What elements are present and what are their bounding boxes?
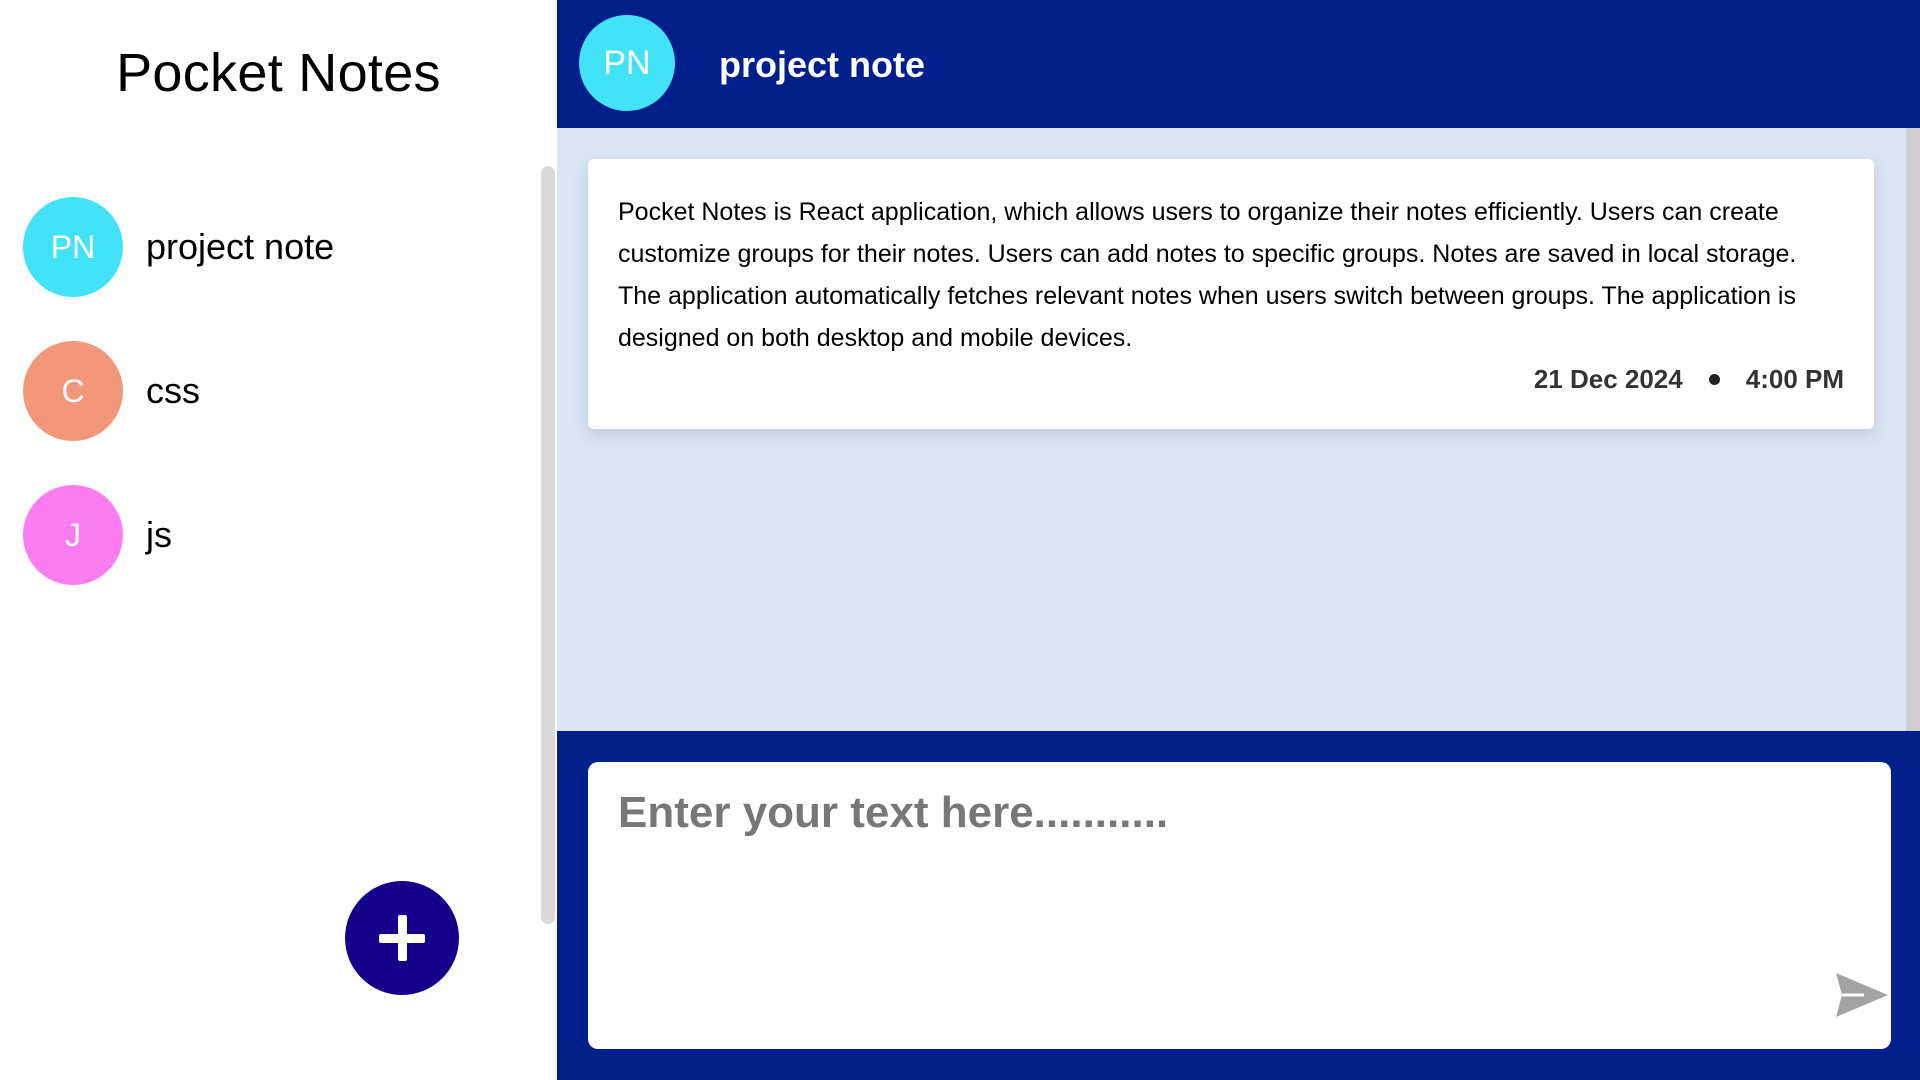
notes-panel: PN project note Pocket Notes is React ap… — [557, 0, 1920, 1080]
note-text: Pocket Notes is React application, which… — [618, 198, 1797, 352]
sidebar: Pocket Notes PN project note C css J js — [0, 0, 557, 1080]
send-icon — [1836, 973, 1888, 1017]
notes-scrollbar[interactable] — [1906, 128, 1920, 731]
sidebar-scrollbar[interactable] — [541, 166, 555, 924]
note-time: 4:00 PM — [1745, 364, 1844, 394]
header-avatar: PN — [579, 15, 675, 111]
app: Pocket Notes PN project note C css J js … — [0, 0, 1920, 1080]
note-meta: 21 Dec 2024 4:00 PM — [1534, 364, 1844, 395]
note-input[interactable] — [618, 788, 1848, 988]
app-title: Pocket Notes — [116, 43, 441, 103]
note-card: Pocket Notes is React application, which… — [588, 159, 1874, 429]
input-box — [588, 762, 1891, 1049]
group-name: css — [146, 370, 200, 411]
separator-dot — [1708, 374, 1720, 385]
header-title: project note — [719, 44, 926, 85]
group-item-js[interactable]: J js — [0, 463, 540, 607]
add-group-button[interactable] — [345, 881, 459, 995]
note-date: 21 Dec 2024 — [1533, 364, 1683, 394]
send-button[interactable] — [1834, 969, 1890, 1021]
notes-header: PN project note — [557, 0, 1920, 128]
group-list: PN project note C css J js — [0, 175, 540, 607]
group-item-project-note[interactable]: PN project note — [0, 175, 540, 319]
group-avatar: J — [23, 485, 123, 585]
note-composer — [557, 731, 1920, 1080]
group-avatar: C — [23, 341, 123, 441]
group-avatar: PN — [23, 197, 123, 297]
group-name: js — [146, 514, 172, 555]
group-name: project note — [146, 226, 335, 267]
notes-list: Pocket Notes is React application, which… — [557, 128, 1920, 731]
group-item-css[interactable]: C css — [0, 319, 540, 463]
plus-icon — [379, 915, 425, 961]
